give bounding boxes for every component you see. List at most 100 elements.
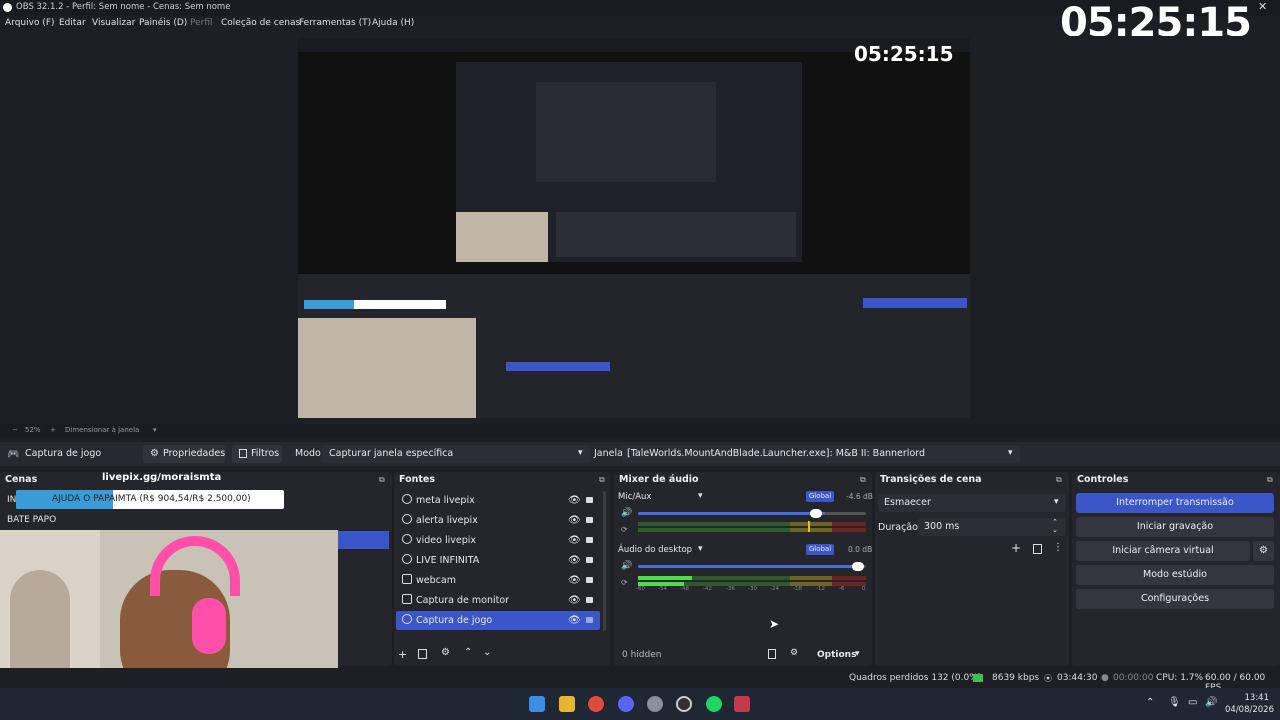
gear-icon[interactable]: ⚙ [441, 647, 450, 658]
close-icon[interactable]: ✕ [1258, 0, 1267, 13]
menu-colecao[interactable]: Coleção de cenas [221, 18, 300, 28]
menu-editar[interactable]: Editar [59, 18, 86, 28]
studio-mode-button[interactable]: Modo estúdio [1076, 565, 1274, 585]
lock-icon[interactable] [586, 537, 593, 543]
eye-icon[interactable]: 👁 [568, 555, 581, 566]
chevron-up-icon[interactable]: ⌃ [464, 647, 472, 658]
monitor-audio-icon[interactable]: ⟳ [621, 525, 628, 534]
eye-icon[interactable]: 👁 [568, 595, 581, 606]
more-options-icon[interactable]: ⋮ [1053, 542, 1063, 553]
windows-start-icon[interactable] [529, 696, 545, 712]
source-item[interactable]: Captura de monitor 👁 [400, 591, 606, 610]
source-item[interactable]: webcam 👁 [400, 571, 606, 590]
source-item[interactable]: video livepix 👁 [400, 531, 606, 550]
duration-input[interactable]: 300 ms ⌃ ⌄ [918, 518, 1066, 536]
window-select[interactable]: [TaleWorlds.MountAndBlade.Launcher.exe]:… [622, 445, 1020, 463]
file-explorer-icon[interactable] [559, 696, 575, 712]
chevron-down-icon[interactable]: ▾ [698, 544, 703, 554]
level-meter-red [832, 576, 866, 580]
chevron-up-icon[interactable]: ⌃ [1052, 518, 1058, 526]
settings-button[interactable]: Configurações [1076, 589, 1274, 609]
chevron-down-icon[interactable]: ▾ [153, 426, 157, 434]
obs-icon[interactable] [676, 696, 692, 712]
transition-select[interactable]: Esmaecer ▾ [878, 494, 1066, 512]
menu-ajuda[interactable]: Ajuda (H) [372, 18, 414, 28]
add-source-icon[interactable]: + [398, 648, 407, 661]
record-icon: ● [1101, 673, 1109, 683]
zoom-plus-icon[interactable]: + [50, 426, 56, 434]
nested-docks [298, 274, 970, 418]
menu-visualizar[interactable]: Visualizar [92, 18, 135, 28]
level-meter-yellow [790, 528, 832, 532]
dock-undock-icon[interactable]: ⧉ [379, 475, 385, 485]
lock-icon[interactable] [586, 597, 593, 603]
volume-icon[interactable]: 🔊 [1205, 697, 1217, 708]
volume-slider[interactable] [638, 565, 866, 568]
menu-perfil[interactable]: Perfil [190, 18, 213, 28]
trash-icon[interactable] [418, 649, 427, 659]
gamepad-icon [402, 614, 412, 624]
scene-item-selected[interactable] [338, 531, 389, 549]
eye-icon[interactable]: 👁 [568, 575, 581, 586]
trash-icon[interactable] [1033, 544, 1042, 554]
source-item[interactable]: LIVE INFINITA 👁 [400, 551, 606, 570]
chrome-icon[interactable] [588, 696, 604, 712]
chevron-down-icon[interactable]: ⌄ [483, 647, 491, 658]
lock-icon[interactable] [586, 517, 593, 523]
mixer-options[interactable]: Options [817, 650, 856, 660]
menu-arquivo[interactable]: Arquivo (F) [5, 18, 55, 28]
volume-slider[interactable] [638, 512, 866, 515]
lock-icon[interactable] [586, 497, 593, 503]
eye-icon[interactable]: 👁 [568, 495, 581, 506]
dock-undock-icon[interactable]: ⧉ [860, 475, 866, 485]
properties-button[interactable]: ⚙ Propriedades [143, 445, 225, 463]
eye-icon[interactable]: 👁 [568, 615, 581, 626]
eye-icon[interactable]: 👁 [568, 515, 581, 526]
menu-ferramentas[interactable]: Ferramentas (T) [299, 18, 371, 28]
steam-app-icon[interactable] [734, 696, 750, 712]
speaker-icon[interactable]: 🔊 [621, 561, 632, 571]
virtual-camera-settings-icon[interactable]: ⚙ [1253, 541, 1274, 561]
scale-tick: -6 [839, 586, 845, 592]
zoom-minus-icon[interactable]: − [12, 426, 18, 434]
chevron-up-icon[interactable]: ⌃ [1146, 697, 1154, 708]
spotify-icon[interactable] [706, 696, 722, 712]
settings-icon[interactable] [647, 696, 663, 712]
filters-button[interactable]: Filtros [232, 445, 282, 463]
scale-tick: -30 [748, 586, 757, 592]
lock-icon[interactable] [586, 617, 593, 623]
dock-undock-icon[interactable]: ⧉ [1267, 475, 1273, 485]
add-transition-icon[interactable]: + [1011, 541, 1021, 555]
source-item-selected[interactable]: Captura de jogo 👁 [396, 611, 600, 630]
mode-select[interactable]: Capturar janela específica ▾ [322, 445, 590, 463]
gamepad-icon: 🎮 [7, 449, 20, 460]
volume-handle[interactable] [810, 509, 822, 518]
dock-undock-icon[interactable]: ⧉ [599, 475, 605, 485]
discord-icon[interactable] [618, 696, 634, 712]
eye-icon[interactable]: 👁 [568, 535, 581, 546]
menu-paineis[interactable]: Painéis (D) [139, 18, 187, 28]
sources-scrollbar[interactable] [603, 491, 606, 631]
vertical-layout-icon[interactable] [768, 649, 776, 659]
source-item[interactable]: alerta livepix 👁 [400, 511, 606, 530]
monitor-icon [402, 594, 412, 604]
chevron-down-icon[interactable]: ▾ [698, 491, 703, 501]
stop-streaming-button[interactable]: Interromper transmissão [1076, 493, 1274, 513]
speaker-icon[interactable]: 🔊 [621, 508, 632, 518]
volume-handle[interactable] [852, 562, 864, 571]
start-recording-button[interactable]: Iniciar gravação [1076, 517, 1274, 537]
dock-undock-icon[interactable]: ⧉ [1056, 475, 1062, 485]
advanced-audio-icon[interactable]: ⚙ [790, 648, 798, 658]
chevron-down-icon[interactable]: ⌄ [1052, 526, 1058, 534]
source-item[interactable]: meta livepix 👁 [400, 491, 606, 510]
chevron-down-icon[interactable]: ▾ [855, 649, 860, 659]
monitor-audio-icon[interactable]: ⟳ [621, 578, 628, 587]
network-icon[interactable]: ▭ [1188, 697, 1197, 708]
resize-to-window[interactable]: Dimensionar à janela [65, 426, 139, 434]
start-virtual-camera-button[interactable]: Iniciar câmera virtual [1076, 541, 1250, 561]
lock-icon[interactable] [586, 557, 593, 563]
preview-canvas[interactable]: 05:25:15 [298, 38, 970, 418]
mouse-cursor-icon: ➤ [769, 617, 780, 631]
microphone-icon[interactable]: 🎙 [1168, 697, 1181, 708]
lock-icon[interactable] [586, 577, 593, 583]
